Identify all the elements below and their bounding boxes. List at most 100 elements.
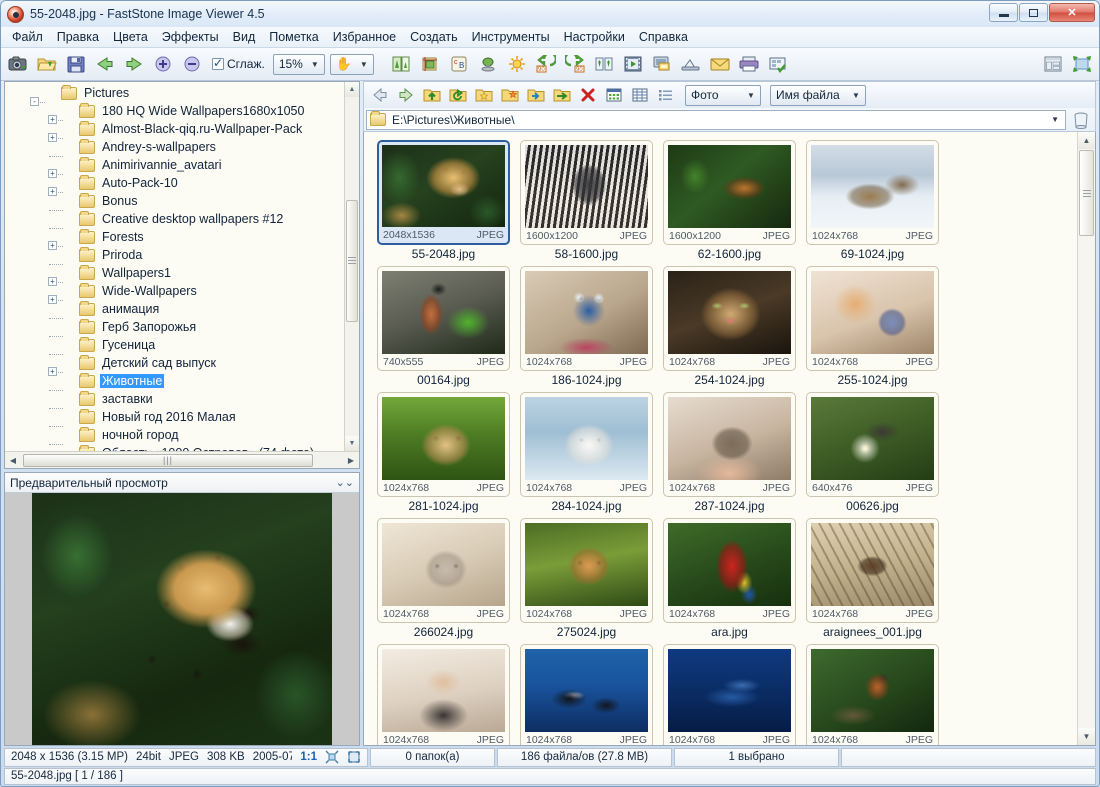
scroll-down-icon[interactable]: ▼ [1078, 728, 1095, 745]
open-camera-button[interactable] [4, 50, 32, 78]
thumbnail-cell[interactable]: 1024x768 JPEG 287-1024.jpg [661, 392, 798, 513]
thumbnail-cell[interactable]: 1024x768 JPEG 266024.jpg [375, 518, 512, 639]
menu-help[interactable]: Справка [632, 28, 695, 46]
thumbnail-box[interactable]: 2048x1536 JPEG [377, 140, 510, 245]
thumbnail-cell[interactable]: 1024x768 JPEG 254-1024.jpg [661, 266, 798, 387]
status-zoom-ratio[interactable]: 1:1 [300, 751, 317, 763]
thumbnail-grid-area[interactable]: 2048x1536 JPEG 55-2048.jpg 1600x1200 JPEG 58-… [363, 132, 1096, 746]
thumbnail-cell[interactable]: 1024x768 JPEG 275024.jpg [518, 518, 655, 639]
menu-colors[interactable]: Цвета [106, 28, 155, 46]
tree-item[interactable]: Creative desktop wallpapers #12 [5, 210, 344, 229]
previous-image-button[interactable] [91, 50, 119, 78]
thumbnail-cell[interactable]: 1024x768 JPEG araignees_001.jpg [804, 518, 941, 639]
actual-size-icon[interactable] [347, 750, 361, 764]
thumbnail-box[interactable]: 1024x768 JPEG [520, 392, 653, 497]
thumbnail-box[interactable]: 1024x768 JPEG [520, 266, 653, 371]
rotate-left-button[interactable]: 90 [532, 50, 560, 78]
contact-sheet-button[interactable] [764, 50, 792, 78]
sort-mode-select[interactable]: Имя файла ▼ [770, 84, 866, 106]
thumbnail-cell[interactable]: 1024x768JPEGbaleines_014.jpg [661, 644, 798, 745]
rotate-right-button[interactable]: 90 [561, 50, 589, 78]
thumbnail-box[interactable]: 740x555 JPEG [377, 266, 510, 371]
thumbnail-cell[interactable]: 1024x768 JPEG 281-1024.jpg [375, 392, 512, 513]
tree-item[interactable]: Новый год 2016 Малая [5, 408, 344, 427]
scroll-up-icon[interactable]: ▲ [1078, 132, 1095, 149]
scrollbar-thumb[interactable] [346, 200, 358, 322]
back-button[interactable] [367, 84, 392, 107]
expand-icon[interactable]: + [48, 367, 57, 376]
menu-tag[interactable]: Пометка [262, 28, 326, 46]
thumbnail-view-button[interactable] [601, 84, 626, 107]
thumbnail-cell[interactable]: 1024x768 JPEG 284-1024.jpg [518, 392, 655, 513]
thumbnail-cell[interactable]: 1600x1200 JPEG 58-1600.jpg [518, 140, 655, 261]
thumbnail-box[interactable]: 640x476 JPEG [806, 392, 939, 497]
chevron-double-down-icon[interactable]: ⌄⌄ [336, 476, 354, 489]
save-button[interactable] [62, 50, 90, 78]
tree-item[interactable]: Герб Запорожья [5, 318, 344, 337]
scroll-left-icon[interactable]: ◀ [5, 453, 21, 468]
list-view-button[interactable] [627, 84, 652, 107]
expand-icon[interactable]: + [48, 241, 57, 250]
thumbnail-box[interactable]: 1024x768 JPEG [663, 644, 796, 745]
menu-favorites[interactable]: Избранное [326, 28, 403, 46]
scan-button[interactable] [677, 50, 705, 78]
thumbnail-box[interactable]: 1024x768 JPEG [806, 518, 939, 623]
crop-button[interactable] [416, 50, 444, 78]
thumbnail-box[interactable]: 1024x768 JPEG [806, 140, 939, 245]
expand-icon[interactable]: + [48, 295, 57, 304]
thumbnail-cell[interactable]: 640x476 JPEG 00626.jpg [804, 392, 941, 513]
pan-tool-select[interactable]: ✋ ▼ [329, 53, 374, 75]
menu-settings[interactable]: Настройки [557, 28, 632, 46]
thumbnail-box[interactable]: 1600x1200 JPEG [663, 140, 796, 245]
red-eye-button[interactable] [474, 50, 502, 78]
thumbnail-box[interactable]: 1024x768 JPEG [377, 518, 510, 623]
tree-item[interactable]: + Forests [5, 228, 344, 250]
up-folder-button[interactable] [419, 84, 444, 107]
new-folder-button[interactable] [497, 84, 522, 107]
tree-vertical-scrollbar[interactable]: ▲ ▼ [344, 82, 359, 451]
tree-item[interactable]: + Детский сад выпуск [5, 354, 344, 376]
thumbnail-box[interactable]: 1024x768 JPEG [806, 644, 939, 745]
detail-view-button[interactable] [653, 84, 678, 107]
expand-icon[interactable]: + [48, 277, 57, 286]
zoom-level-select[interactable]: 15% ▼ [272, 53, 325, 75]
copy-to-button[interactable] [523, 84, 548, 107]
thumbnail-box[interactable]: 1024x768 JPEG [520, 518, 653, 623]
scrollbar-thumb[interactable] [1079, 150, 1094, 236]
thumbnail-box[interactable]: 1024x768 JPEG [663, 266, 796, 371]
resize-button[interactable] [387, 50, 415, 78]
thumbnail-cell[interactable]: 740x555 JPEG 00164.jpg [375, 266, 512, 387]
slideshow-button[interactable] [619, 50, 647, 78]
thumbnail-cell[interactable]: 1024x768JPEGbaleines_012.jpg [518, 644, 655, 745]
recycle-bin-button[interactable] [1069, 109, 1093, 131]
tree-horizontal-scrollbar[interactable]: ◀ ||| ▶ [5, 451, 359, 468]
brightness-button[interactable] [503, 50, 531, 78]
tree-item[interactable]: ночной город [5, 426, 344, 445]
tree-item[interactable]: Область «1000 Островов» (74 фото) [5, 444, 344, 451]
close-button[interactable]: ✕ [1049, 3, 1095, 22]
tree-item[interactable]: Гусеница [5, 336, 344, 355]
thumbnail-cell[interactable]: 1024x768 JPEG 186-1024.jpg [518, 266, 655, 387]
expand-icon[interactable]: + [48, 169, 57, 178]
hscroll-track[interactable]: ||| [21, 453, 343, 468]
scroll-down-icon[interactable]: ▼ [345, 436, 359, 451]
tree-item[interactable]: заставки [5, 390, 344, 409]
menu-tools[interactable]: Инструменты [465, 28, 557, 46]
thumbnail-cell[interactable]: 1600x1200 JPEG 62-1600.jpg [661, 140, 798, 261]
thumbnail-box[interactable]: 1024x768 JPEG [377, 644, 510, 745]
thumbnail-cell[interactable]: 1024x768 JPEG 69-1024.jpg [804, 140, 941, 261]
menu-edit[interactable]: Правка [50, 28, 106, 46]
zoom-in-button[interactable] [149, 50, 177, 78]
scroll-right-icon[interactable]: ▶ [343, 453, 359, 468]
compare-button[interactable] [590, 50, 618, 78]
tree-item[interactable]: +180 HQ Wide Wallpapers1680x1050 [5, 102, 344, 124]
tree-item[interactable]: + Wallpapers1 [5, 264, 344, 286]
expand-icon[interactable]: + [48, 187, 57, 196]
tree-item[interactable]: - Pictures [5, 84, 344, 106]
zoom-out-button[interactable] [178, 50, 206, 78]
delete-button[interactable] [575, 84, 600, 107]
minimize-button[interactable] [989, 3, 1018, 22]
thumbnail-box[interactable]: 1024x768 JPEG [520, 644, 653, 745]
view-mode-select[interactable]: Фото ▼ [685, 84, 761, 106]
next-image-button[interactable] [120, 50, 148, 78]
